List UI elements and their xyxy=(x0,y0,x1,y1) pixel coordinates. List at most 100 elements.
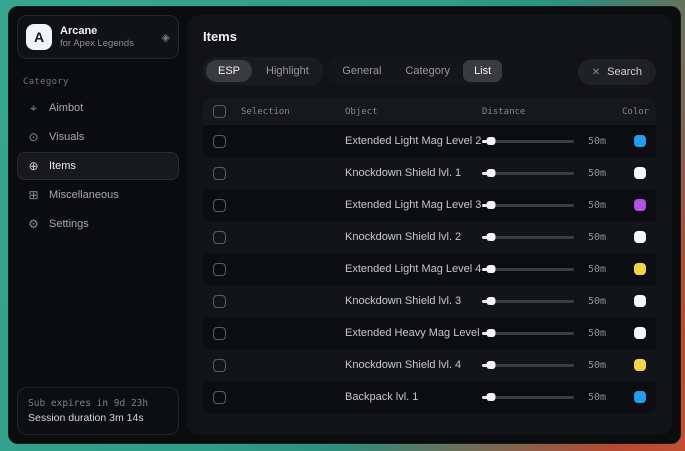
object-name: Knockdown Shield lvl. 2 xyxy=(345,231,482,243)
object-name: Backpack lvl. 1 xyxy=(345,391,482,403)
column-header-object: Object xyxy=(345,107,482,117)
distance-value: 50m xyxy=(584,232,622,243)
object-name: Extended Light Mag Level 4 xyxy=(345,263,482,275)
object-name: Knockdown Shield lvl. 1 xyxy=(345,167,482,179)
search-button[interactable]: ✕ Search xyxy=(578,59,656,85)
object-name: Knockdown Shield lvl. 3 xyxy=(345,295,482,307)
tab-list[interactable]: List xyxy=(463,60,502,82)
distance-value: 50m xyxy=(584,200,622,211)
table-row[interactable]: Extended Light Mag Level 3 50m xyxy=(203,189,656,221)
row-checkbox[interactable] xyxy=(213,167,226,180)
sidebar-item-miscellaneous[interactable]: ⊞ Miscellaneous xyxy=(17,181,179,209)
distance-value: 50m xyxy=(584,328,622,339)
sidebar-nav: ⌖ Aimbot ⊙ Visuals ⊕ Items ⊞ Miscellaneo… xyxy=(17,93,179,239)
row-checkbox[interactable] xyxy=(213,135,226,148)
tab-esp[interactable]: ESP xyxy=(206,60,252,82)
distance-slider[interactable] xyxy=(482,264,574,274)
table-row[interactable]: Extended Light Mag Level 2 50m xyxy=(203,125,656,157)
sidebar-item-items[interactable]: ⊕ Items xyxy=(17,152,179,180)
distance-slider[interactable] xyxy=(482,328,574,338)
row-checkbox[interactable] xyxy=(213,391,226,404)
distance-value: 50m xyxy=(584,168,622,179)
search-shortcut-icon: ✕ xyxy=(592,67,600,78)
table-row[interactable]: Knockdown Shield lvl. 1 50m xyxy=(203,157,656,189)
row-checkbox[interactable] xyxy=(213,359,226,372)
grid-icon: ⊞ xyxy=(27,188,40,202)
distance-slider[interactable] xyxy=(482,296,574,306)
color-swatch[interactable] xyxy=(634,231,646,243)
select-all-checkbox[interactable] xyxy=(213,105,226,118)
sidebar-item-label: Miscellaneous xyxy=(49,189,119,201)
eye-scan-icon: ⊙ xyxy=(27,130,40,144)
color-swatch[interactable] xyxy=(634,359,646,371)
brand-card: A Arcane for Apex Legends ◈ xyxy=(17,15,179,59)
column-header-selection: Selection xyxy=(241,107,345,117)
row-checkbox[interactable] xyxy=(213,199,226,212)
object-name: Extended Light Mag Level 3 xyxy=(345,199,482,211)
row-checkbox[interactable] xyxy=(213,231,226,244)
items-table: Selection Object Distance Color Extended… xyxy=(203,98,656,413)
crosshair-icon: ⌖ xyxy=(27,101,40,116)
sidebar-item-aimbot[interactable]: ⌖ Aimbot xyxy=(17,94,179,122)
app-subtitle: for Apex Legends xyxy=(60,38,154,50)
category-section-label: Category xyxy=(23,77,173,87)
color-swatch[interactable] xyxy=(634,391,646,403)
distance-value: 50m xyxy=(584,392,622,403)
sidebar-item-visuals[interactable]: ⊙ Visuals xyxy=(17,123,179,151)
cheat-menu-window: A Arcane for Apex Legends ◈ Category ⌖ A… xyxy=(8,6,681,444)
table-row[interactable]: Extended Heavy Mag Level 1 50m xyxy=(203,317,656,349)
distance-value: 50m xyxy=(584,264,622,275)
box-icon: ⊕ xyxy=(27,159,40,173)
table-header: Selection Object Distance Color xyxy=(203,98,656,125)
sub-expiry-text: Sub expires in 9d 23h xyxy=(28,396,168,411)
row-checkbox[interactable] xyxy=(213,263,226,276)
color-swatch[interactable] xyxy=(634,199,646,211)
distance-value: 50m xyxy=(584,296,622,307)
sidebar-item-label: Visuals xyxy=(49,131,84,143)
app-logo: A xyxy=(26,24,52,50)
table-row[interactable]: Backpack lvl. 1 50m xyxy=(203,381,656,413)
table-row[interactable]: Knockdown Shield lvl. 4 50m xyxy=(203,349,656,381)
distance-slider[interactable] xyxy=(482,168,574,178)
search-button-label: Search xyxy=(607,66,642,78)
distance-slider[interactable] xyxy=(482,392,574,402)
color-swatch[interactable] xyxy=(634,135,646,147)
session-info-card: Sub expires in 9d 23h Session duration 3… xyxy=(17,387,179,435)
object-name: Knockdown Shield lvl. 4 xyxy=(345,359,482,371)
items-panel: Items ESP Highlight ✕ Search General Cat… xyxy=(187,15,672,435)
table-row[interactable]: Knockdown Shield lvl. 2 50m xyxy=(203,221,656,253)
page-title: Items xyxy=(203,29,656,44)
column-header-color: Color xyxy=(622,107,646,117)
color-swatch[interactable] xyxy=(634,263,646,275)
distance-slider[interactable] xyxy=(482,360,574,370)
color-swatch[interactable] xyxy=(634,295,646,307)
sidebar-item-settings[interactable]: ⚙ Settings xyxy=(17,210,179,238)
session-duration-text: Session duration 3m 14s xyxy=(28,411,168,426)
tab-general[interactable]: General xyxy=(331,60,392,82)
tab-category[interactable]: Category xyxy=(394,60,461,82)
mode-tabs: ESP Highlight xyxy=(203,57,324,85)
object-name: Extended Light Mag Level 2 xyxy=(345,135,482,147)
sidebar: A Arcane for Apex Legends ◈ Category ⌖ A… xyxy=(17,15,179,435)
distance-slider[interactable] xyxy=(482,136,574,146)
row-checkbox[interactable] xyxy=(213,295,226,308)
color-swatch[interactable] xyxy=(634,327,646,339)
gear-icon: ⚙ xyxy=(27,217,40,231)
table-row[interactable]: Knockdown Shield lvl. 3 50m xyxy=(203,285,656,317)
distance-slider[interactable] xyxy=(482,200,574,210)
object-name: Extended Heavy Mag Level 1 xyxy=(345,327,482,339)
game-backdrop: A Arcane for Apex Legends ◈ Category ⌖ A… xyxy=(0,0,685,451)
sidebar-item-label: Aimbot xyxy=(49,102,83,114)
view-tabs: General Category List xyxy=(328,57,505,85)
pin-icon[interactable]: ◈ xyxy=(162,31,170,44)
app-name: Arcane xyxy=(60,25,154,38)
row-checkbox[interactable] xyxy=(213,327,226,340)
brand-text: Arcane for Apex Legends xyxy=(60,25,154,50)
distance-value: 50m xyxy=(584,360,622,371)
table-row[interactable]: Extended Light Mag Level 4 50m xyxy=(203,253,656,285)
distance-slider[interactable] xyxy=(482,232,574,242)
color-swatch[interactable] xyxy=(634,167,646,179)
distance-value: 50m xyxy=(584,136,622,147)
tab-highlight[interactable]: Highlight xyxy=(254,60,321,82)
sidebar-item-label: Items xyxy=(49,160,76,172)
